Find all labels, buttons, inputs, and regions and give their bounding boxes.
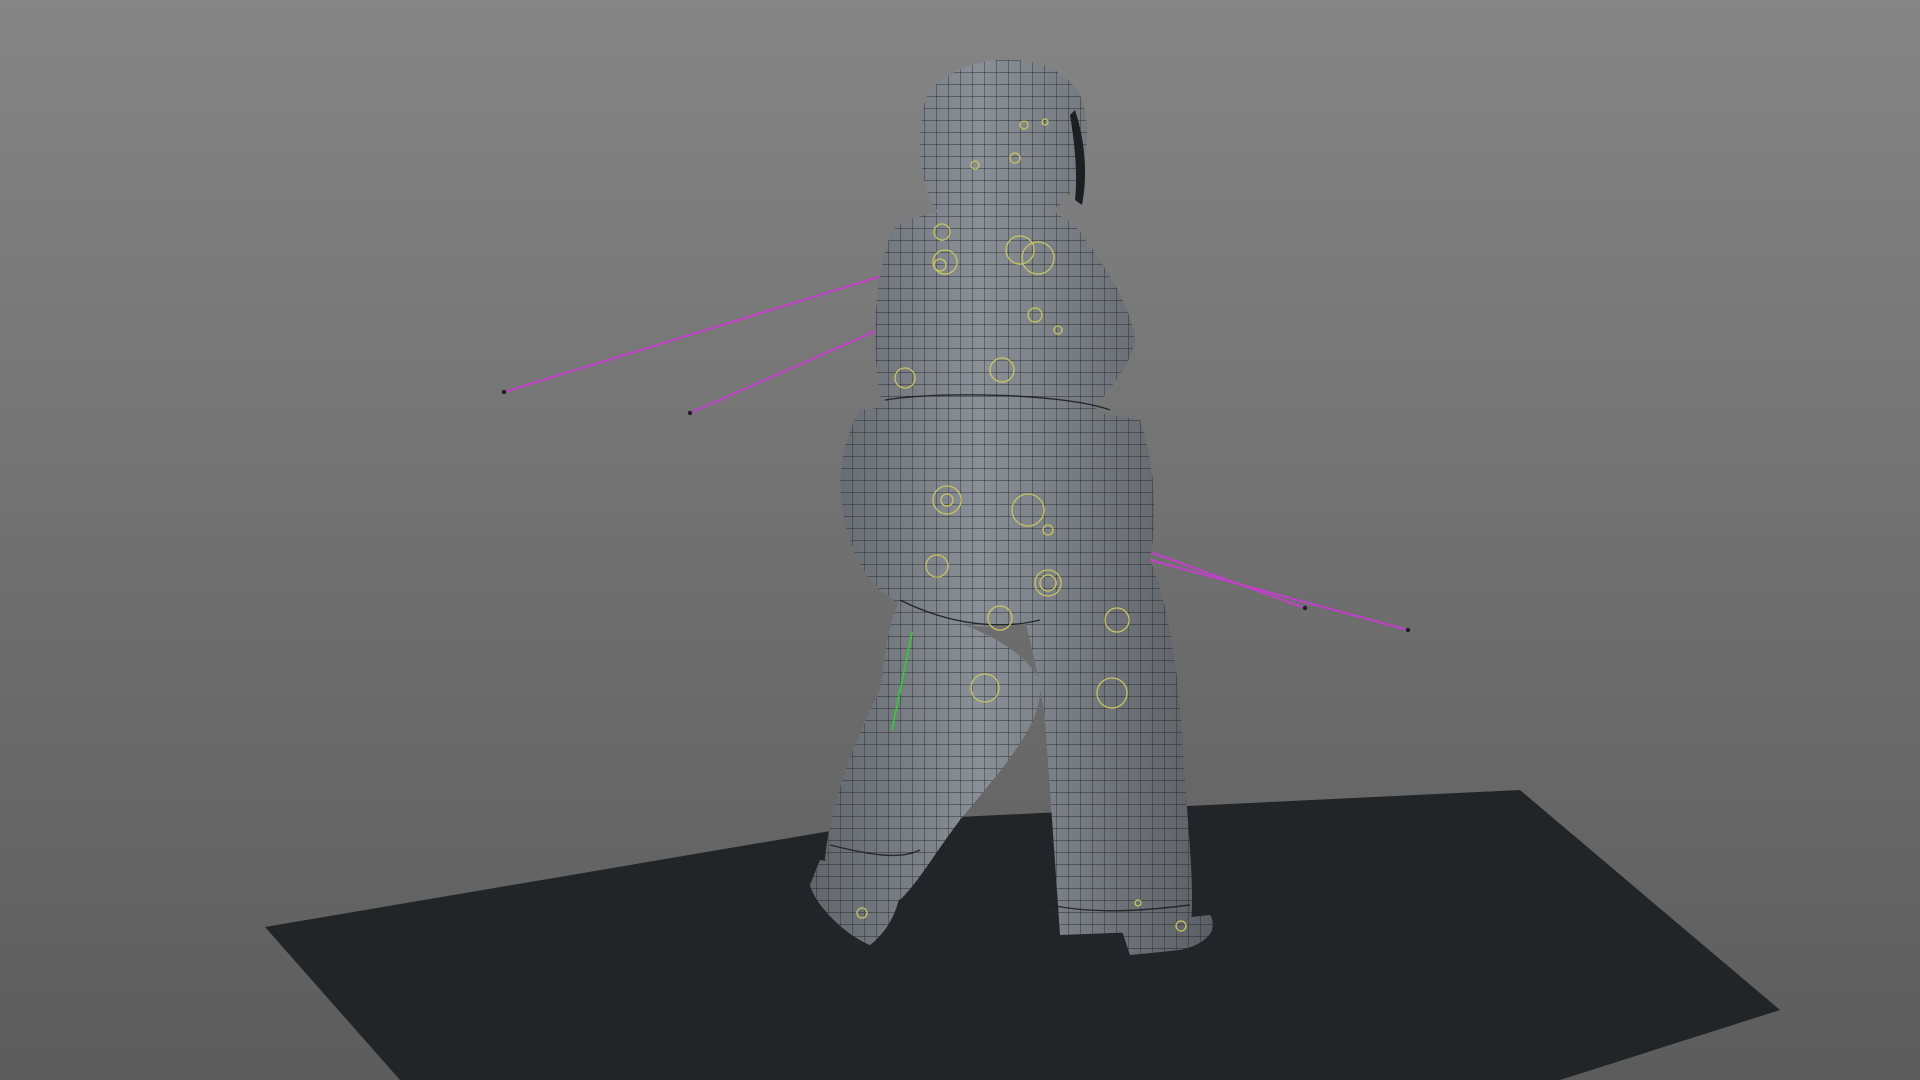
scene[interactable] [0,0,1920,1080]
light-endpoint[interactable] [1302,605,1308,611]
light-line-right-b[interactable] [1149,559,1409,631]
light-endpoint[interactable] [1405,627,1411,633]
light-line-upper[interactable] [503,274,886,393]
light-endpoint[interactable] [501,389,507,395]
light-endpoint[interactable] [687,410,693,416]
3d-viewport[interactable] [0,0,1920,1080]
ground-plane[interactable] [265,790,1780,1080]
